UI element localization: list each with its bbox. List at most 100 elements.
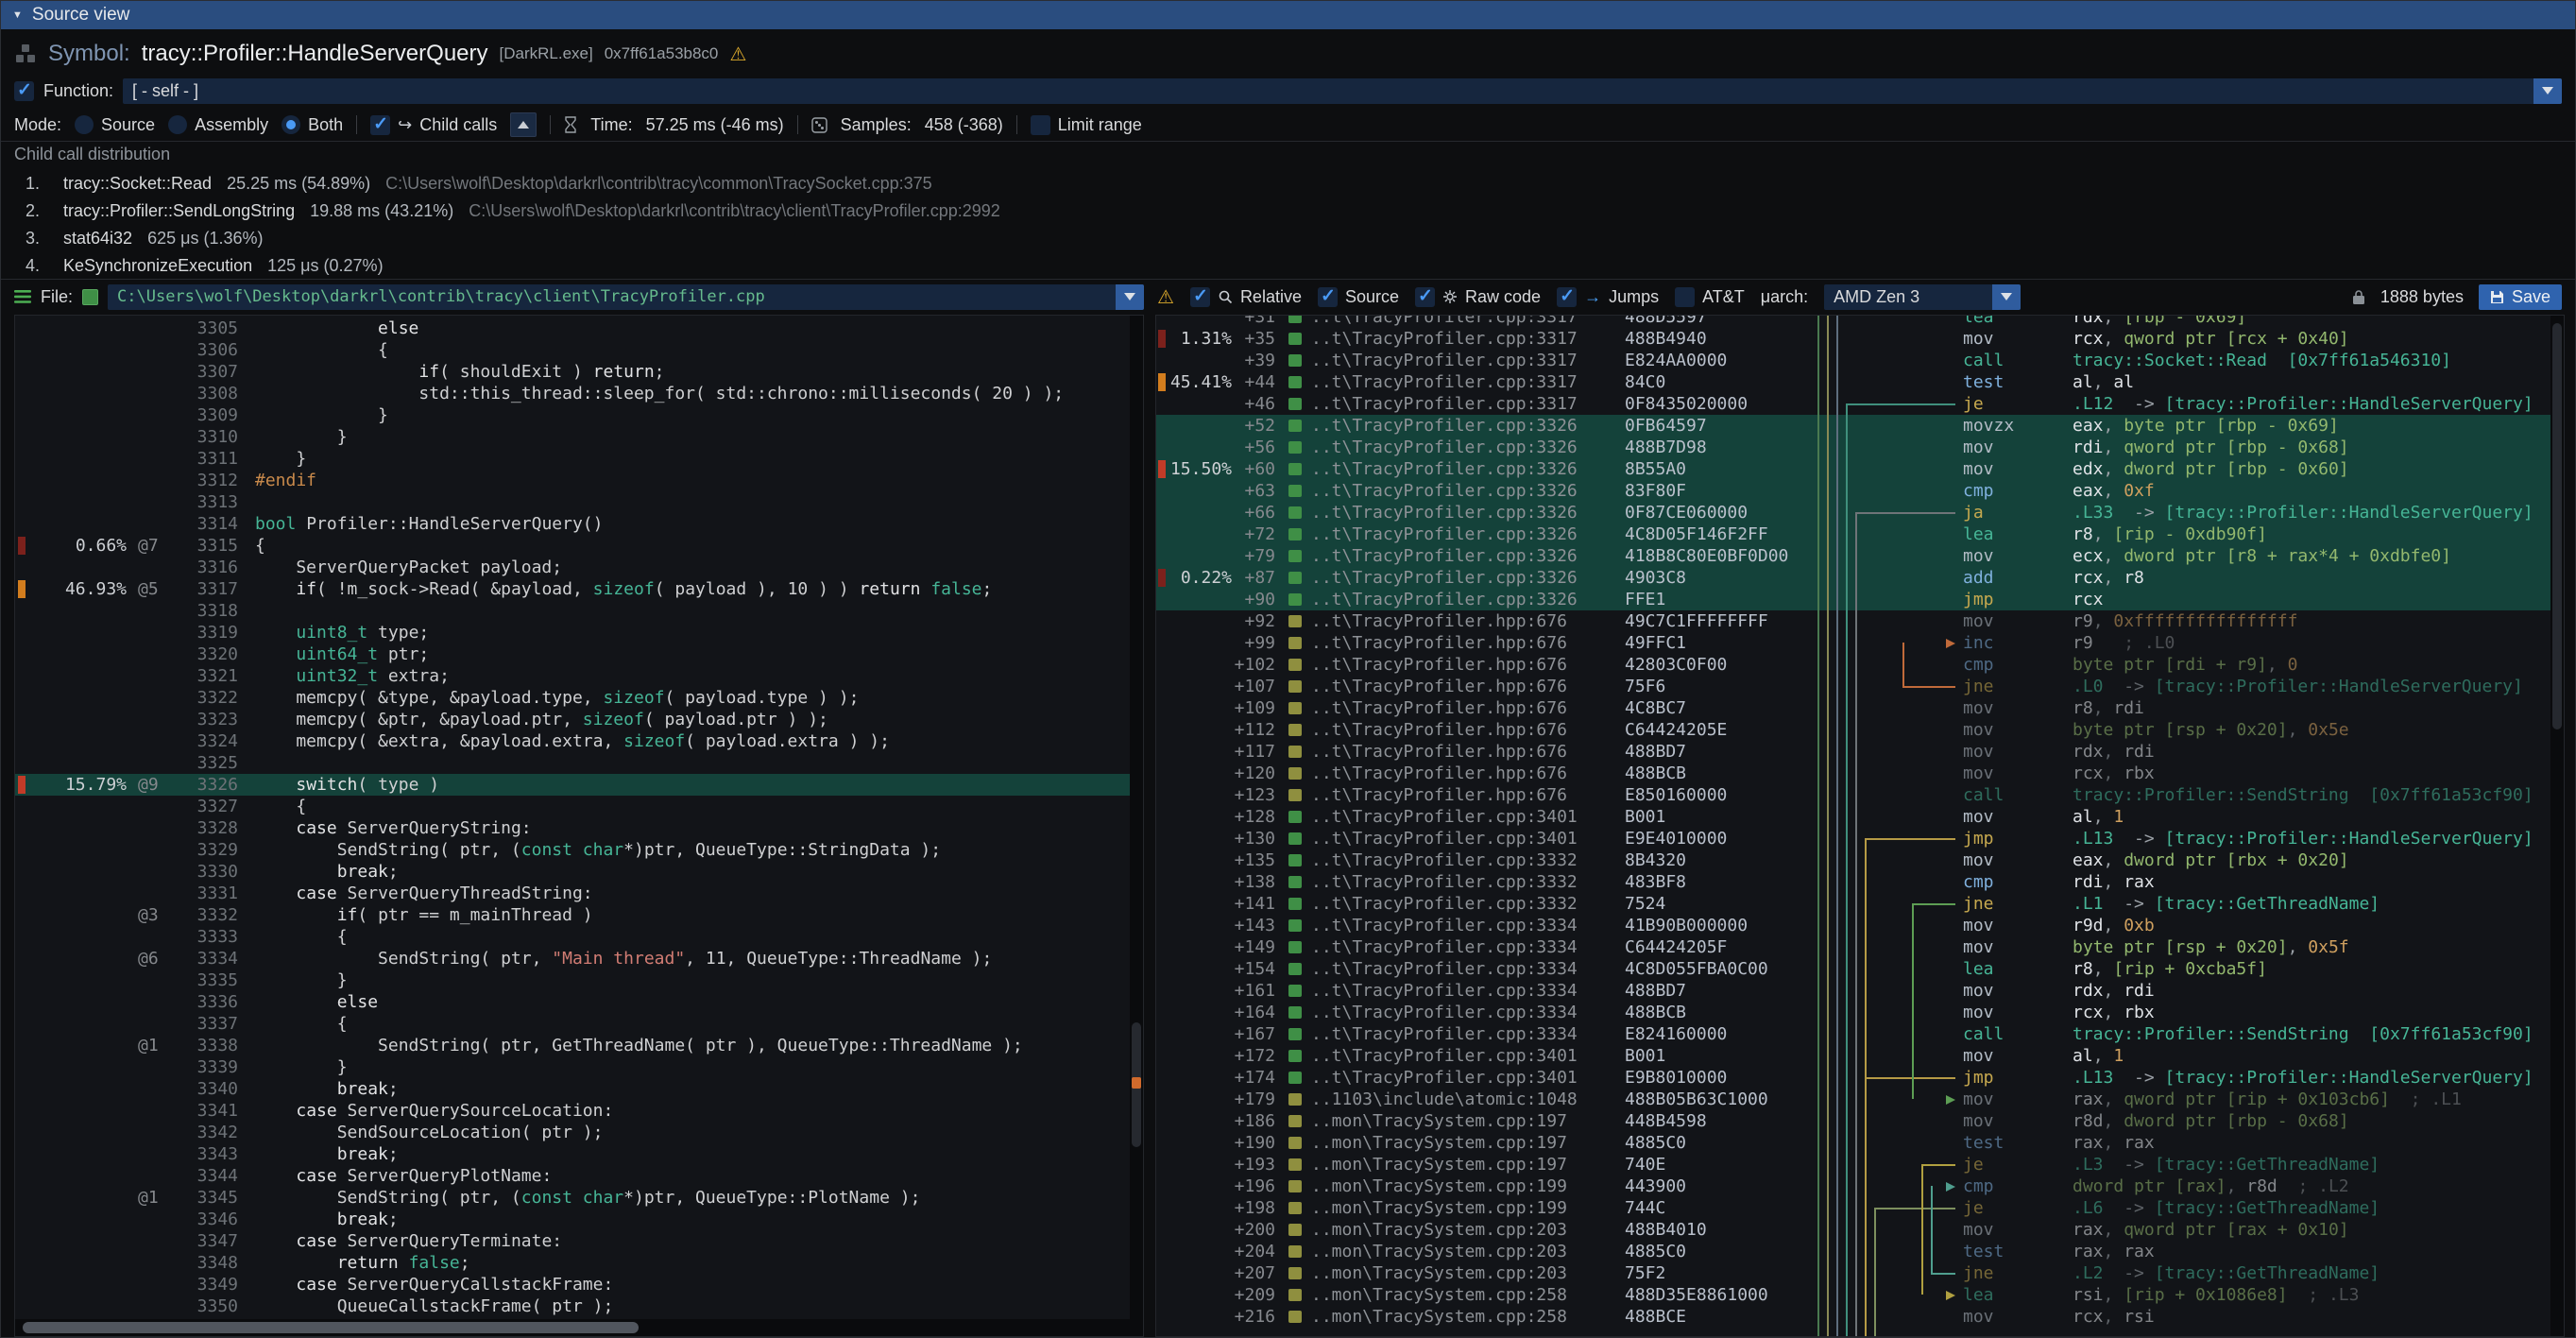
asm-source-location[interactable]: ..mon\TracySystem.cpp:197: [1311, 1154, 1625, 1175]
asm-source-location[interactable]: ..t\TracyProfiler.hpp:676: [1311, 763, 1625, 784]
source-line[interactable]: 3331 case ServerQueryThreadString:: [15, 883, 1130, 904]
source-line[interactable]: 3311 }: [15, 448, 1130, 470]
asm-source-location[interactable]: ..mon\TracySystem.cpp:258: [1311, 1284, 1625, 1306]
line-number[interactable]: 3310: [185, 426, 238, 448]
child-call-entry[interactable]: 3.stat64i32625 μs (1.36%): [26, 225, 2562, 252]
source-line[interactable]: 3328 case ServerQueryString:: [15, 817, 1130, 839]
asm-source-location[interactable]: ..t\TracyProfiler.hpp:676: [1311, 719, 1625, 741]
line-number[interactable]: 3317: [185, 578, 238, 600]
function-checkbox[interactable]: [14, 81, 34, 101]
line-number[interactable]: 3319: [185, 622, 238, 643]
asm-row[interactable]: +66..t\TracyProfiler.cpp:33260F87CE06000…: [1156, 502, 2550, 523]
asm-source-location[interactable]: ..t\TracyProfiler.hpp:676: [1311, 654, 1625, 676]
asm-source-location[interactable]: ..t\TracyProfiler.cpp:3401: [1311, 806, 1625, 828]
source-line[interactable]: @33332 if( ptr == m_mainThread ): [15, 904, 1130, 926]
line-number[interactable]: 3343: [185, 1143, 238, 1165]
asm-row[interactable]: +204..mon\TracySystem.cpp:2034885C0testr…: [1156, 1241, 2550, 1262]
line-number[interactable]: 3339: [185, 1056, 238, 1078]
asm-source-location[interactable]: ..t\TracyProfiler.cpp:3326: [1311, 523, 1625, 545]
asm-source-location[interactable]: ..t\TracyProfiler.cpp:3334: [1311, 936, 1625, 958]
chevron-down-icon[interactable]: [2533, 78, 2562, 104]
asm-row[interactable]: +123..t\TracyProfiler.hpp:676E850160000c…: [1156, 784, 2550, 806]
asm-source-location[interactable]: ..t\TracyProfiler.hpp:676: [1311, 741, 1625, 763]
line-number[interactable]: 3338: [185, 1035, 238, 1056]
asm-source-location[interactable]: ..t\TracyProfiler.cpp:3326: [1311, 545, 1625, 567]
source-line[interactable]: 3312#endif: [15, 470, 1130, 491]
asm-row[interactable]: +112..t\TracyProfiler.hpp:676C64424205Em…: [1156, 719, 2550, 741]
asm-row[interactable]: +56..t\TracyProfiler.cpp:3326488B7D98mov…: [1156, 437, 2550, 458]
asm-source-location[interactable]: ..t\TracyProfiler.cpp:3326: [1311, 458, 1625, 480]
asm-source-location[interactable]: ..t\TracyProfiler.cpp:3326: [1311, 567, 1625, 589]
asm-source-location[interactable]: ..t\TracyProfiler.cpp:3334: [1311, 915, 1625, 936]
source-line[interactable]: @13338 SendString( ptr, GetThreadName( p…: [15, 1035, 1130, 1056]
line-number[interactable]: 3318: [185, 600, 238, 622]
source-line[interactable]: 3313: [15, 491, 1130, 513]
asm-row[interactable]: +193..mon\TracySystem.cpp:197740Eje.L3 -…: [1156, 1154, 2550, 1175]
jump-to-entry-button[interactable]: [510, 112, 537, 137]
asm-source-location[interactable]: ..t\TracyProfiler.cpp:3317: [1311, 328, 1625, 350]
source-line[interactable]: @13345 SendString( ptr, (const char*)ptr…: [15, 1187, 1130, 1209]
asm-source-location[interactable]: ..t\TracyProfiler.cpp:3317: [1311, 350, 1625, 371]
asm-source-location[interactable]: ..t\TracyProfiler.cpp:3401: [1311, 1045, 1625, 1067]
line-number[interactable]: 3314: [185, 513, 238, 535]
asm-row[interactable]: +138..t\TracyProfiler.cpp:3332483BF8cmpr…: [1156, 871, 2550, 893]
collapse-arrow-icon[interactable]: ▼: [12, 9, 23, 21]
line-number[interactable]: 3322: [185, 687, 238, 709]
scrollbar-handle[interactable]: [23, 1322, 639, 1333]
asm-source-location[interactable]: ..t\TracyProfiler.cpp:3332: [1311, 849, 1625, 871]
asm-row[interactable]: +216..mon\TracySystem.cpp:258488BCEmovrc…: [1156, 1306, 2550, 1328]
asm-row[interactable]: +117..t\TracyProfiler.hpp:676488BD7movrd…: [1156, 741, 2550, 763]
source-line[interactable]: 3346 break;: [15, 1209, 1130, 1230]
child-calls-checkbox[interactable]: ↪ Child calls: [370, 115, 497, 135]
source-line[interactable]: 3336 else: [15, 991, 1130, 1013]
source-line[interactable]: 3323 memcpy( &ptr, &payload.ptr, sizeof(…: [15, 709, 1130, 730]
source-line[interactable]: 0.66%@73315{: [15, 535, 1130, 557]
asm-row[interactable]: +143..t\TracyProfiler.cpp:333441B90B0000…: [1156, 915, 2550, 936]
source-line[interactable]: 3335 }: [15, 969, 1130, 991]
save-button[interactable]: Save: [2479, 284, 2562, 310]
asm-source-location[interactable]: ..t\TracyProfiler.cpp:3317: [1311, 371, 1625, 393]
asm-row[interactable]: +109..t\TracyProfiler.hpp:6764C8BC7movr8…: [1156, 697, 2550, 719]
line-number[interactable]: 3306: [185, 339, 238, 361]
asm-row[interactable]: +196..mon\TracySystem.cpp:199443900cmpdw…: [1156, 1175, 2550, 1197]
source-vertical-scrollbar[interactable]: [1130, 316, 1143, 1336]
source-checkbox[interactable]: Source: [1318, 287, 1399, 307]
uarch-combo[interactable]: AMD Zen 3: [1824, 284, 2021, 310]
source-line[interactable]: 3339 }: [15, 1056, 1130, 1078]
jumps-checkbox[interactable]: → Jumps: [1557, 287, 1659, 307]
line-number[interactable]: 3332: [185, 904, 238, 926]
asm-source-location[interactable]: ..t\TracyProfiler.cpp:3326: [1311, 480, 1625, 502]
asm-source-location[interactable]: ..mon\TracySystem.cpp:197: [1311, 1110, 1625, 1132]
line-number[interactable]: 3305: [185, 317, 238, 339]
asm-source-location[interactable]: ..mon\TracySystem.cpp:199: [1311, 1175, 1625, 1197]
asm-row[interactable]: +174..t\TracyProfiler.cpp:3401E9B8010000…: [1156, 1067, 2550, 1089]
asm-source-location[interactable]: ..t\TracyProfiler.cpp:3317: [1311, 315, 1625, 328]
source-horizontal-scrollbar[interactable]: [15, 1319, 1130, 1336]
line-number[interactable]: 3346: [185, 1209, 238, 1230]
line-number[interactable]: 3333: [185, 926, 238, 948]
asm-source-location[interactable]: ..mon\TracySystem.cpp:203: [1311, 1219, 1625, 1241]
asm-source-location[interactable]: ..t\TracyProfiler.cpp:3326: [1311, 589, 1625, 610]
mode-radio-source[interactable]: Source: [75, 115, 155, 135]
asm-source-location[interactable]: ..t\TracyProfiler.hpp:676: [1311, 784, 1625, 806]
mode-radio-both[interactable]: Both: [281, 115, 343, 135]
line-number[interactable]: 3341: [185, 1100, 238, 1122]
relative-checkbox[interactable]: Relative: [1190, 287, 1302, 307]
asm-row[interactable]: 45.41%+44..t\TracyProfiler.cpp:331784C0t…: [1156, 371, 2550, 393]
source-line[interactable]: 3324 memcpy( &extra, &payload.extra, siz…: [15, 730, 1130, 752]
line-number[interactable]: 3347: [185, 1230, 238, 1252]
asm-row[interactable]: +164..t\TracyProfiler.cpp:3334488BCBmovr…: [1156, 1002, 2550, 1023]
source-line[interactable]: 3308 std::this_thread::sleep_for( std::c…: [15, 383, 1130, 404]
line-number[interactable]: 3321: [185, 665, 238, 687]
asm-row[interactable]: +31..t\TracyProfiler.cpp:3317488D5597lea…: [1156, 315, 2550, 328]
source-line[interactable]: 3318: [15, 600, 1130, 622]
asm-source-location[interactable]: ..t\TracyProfiler.cpp:3401: [1311, 828, 1625, 849]
asm-row[interactable]: +79..t\TracyProfiler.cpp:3326418B8C80E0B…: [1156, 545, 2550, 567]
source-line[interactable]: 3325: [15, 752, 1130, 774]
limit-range-checkbox[interactable]: Limit range: [1031, 115, 1142, 135]
line-number[interactable]: 3337: [185, 1013, 238, 1035]
asm-row[interactable]: +46..t\TracyProfiler.cpp:33170F843502000…: [1156, 393, 2550, 415]
line-number[interactable]: 3313: [185, 491, 238, 513]
line-number[interactable]: 3324: [185, 730, 238, 752]
asm-row[interactable]: +172..t\TracyProfiler.cpp:3401B001moval,…: [1156, 1045, 2550, 1067]
